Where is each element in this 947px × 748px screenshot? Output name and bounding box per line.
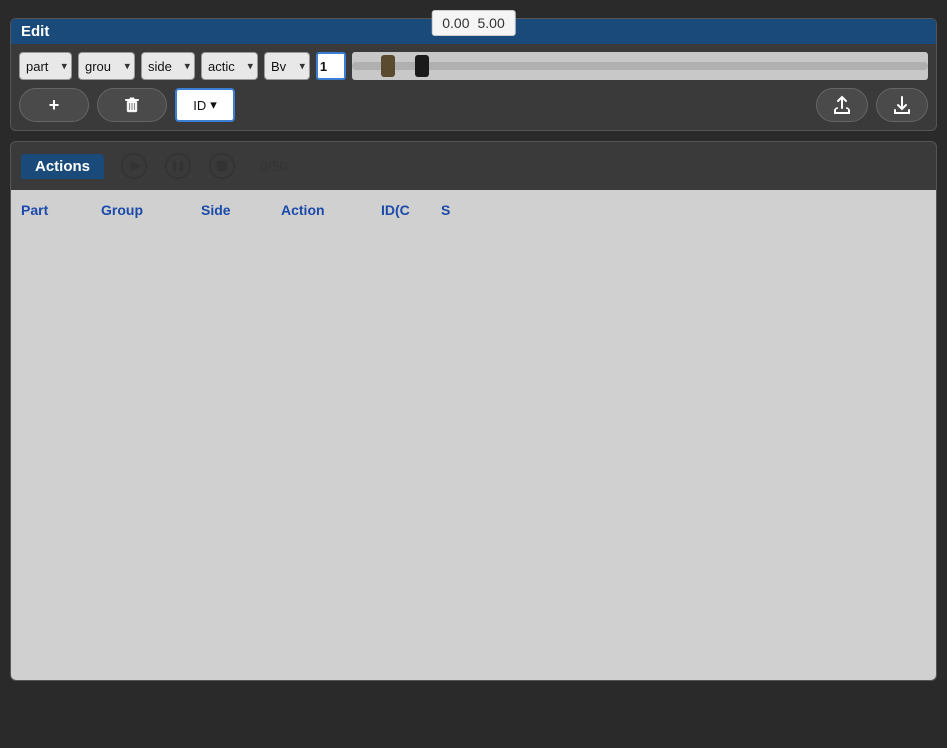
actions-header: Actions bbox=[11, 142, 936, 190]
stop-icon bbox=[208, 152, 236, 180]
action-select[interactable]: actic all bbox=[201, 52, 258, 80]
stop-button[interactable] bbox=[204, 148, 240, 184]
col-header-group: Group bbox=[101, 202, 181, 218]
id-button[interactable]: ID ▾ bbox=[175, 88, 235, 122]
delete-button[interactable] bbox=[97, 88, 167, 122]
count-badge: 0/50 bbox=[260, 158, 287, 174]
actions-title: Actions bbox=[35, 158, 90, 175]
group-select[interactable]: grou all bbox=[78, 52, 135, 80]
part-dropdown[interactable]: part all bbox=[19, 52, 72, 80]
toolbar-row-filters: part all grou all side all bbox=[19, 52, 928, 80]
edit-title: Edit bbox=[21, 23, 49, 40]
bv-dropdown[interactable]: Bv all bbox=[264, 52, 310, 80]
main-container: 0.00 5.00 Edit part all grou all bbox=[0, 0, 947, 748]
pause-button[interactable] bbox=[160, 148, 196, 184]
add-button[interactable]: + bbox=[19, 88, 89, 122]
slider-track bbox=[352, 62, 928, 70]
group-dropdown[interactable]: grou all bbox=[78, 52, 135, 80]
side-dropdown[interactable]: side all bbox=[141, 52, 195, 80]
col-header-id: ID(C bbox=[381, 202, 421, 218]
actions-content: Part Group Side Action ID(C S bbox=[11, 190, 936, 680]
actions-panel: Actions bbox=[10, 141, 937, 681]
number-input[interactable]: 1 bbox=[316, 52, 346, 80]
col-header-action: Action bbox=[281, 202, 361, 218]
actions-title-tab: Actions bbox=[21, 154, 104, 179]
timeline-end: 5.00 bbox=[478, 15, 505, 31]
play-icon bbox=[120, 152, 148, 180]
slider-handle-left[interactable] bbox=[381, 55, 395, 77]
timeline-start: 0.00 bbox=[442, 15, 469, 31]
toolbar-row-actions: + ID ▾ bbox=[19, 88, 928, 122]
play-button[interactable] bbox=[116, 148, 152, 184]
action-dropdown[interactable]: actic all bbox=[201, 52, 258, 80]
add-icon: + bbox=[49, 95, 60, 116]
upload-button[interactable] bbox=[816, 88, 868, 122]
trash-icon bbox=[123, 96, 141, 114]
timeline-bar: 0.00 5.00 bbox=[431, 10, 516, 36]
bv-select[interactable]: Bv all bbox=[264, 52, 310, 80]
col-header-s: S bbox=[441, 202, 461, 218]
download-button[interactable] bbox=[876, 88, 928, 122]
id-label: ID bbox=[193, 98, 206, 113]
playback-controls bbox=[116, 148, 240, 184]
table-header: Part Group Side Action ID(C S bbox=[21, 198, 926, 226]
id-chevron-icon: ▾ bbox=[210, 97, 217, 113]
pause-icon bbox=[164, 152, 192, 180]
side-select[interactable]: side all bbox=[141, 52, 195, 80]
part-select[interactable]: part all bbox=[19, 52, 72, 80]
col-header-side: Side bbox=[201, 202, 261, 218]
download-icon bbox=[891, 94, 913, 116]
slider-container[interactable] bbox=[352, 52, 928, 80]
col-header-part: Part bbox=[21, 202, 81, 218]
upload-icon bbox=[831, 94, 853, 116]
slider-handle-right[interactable] bbox=[415, 55, 429, 77]
